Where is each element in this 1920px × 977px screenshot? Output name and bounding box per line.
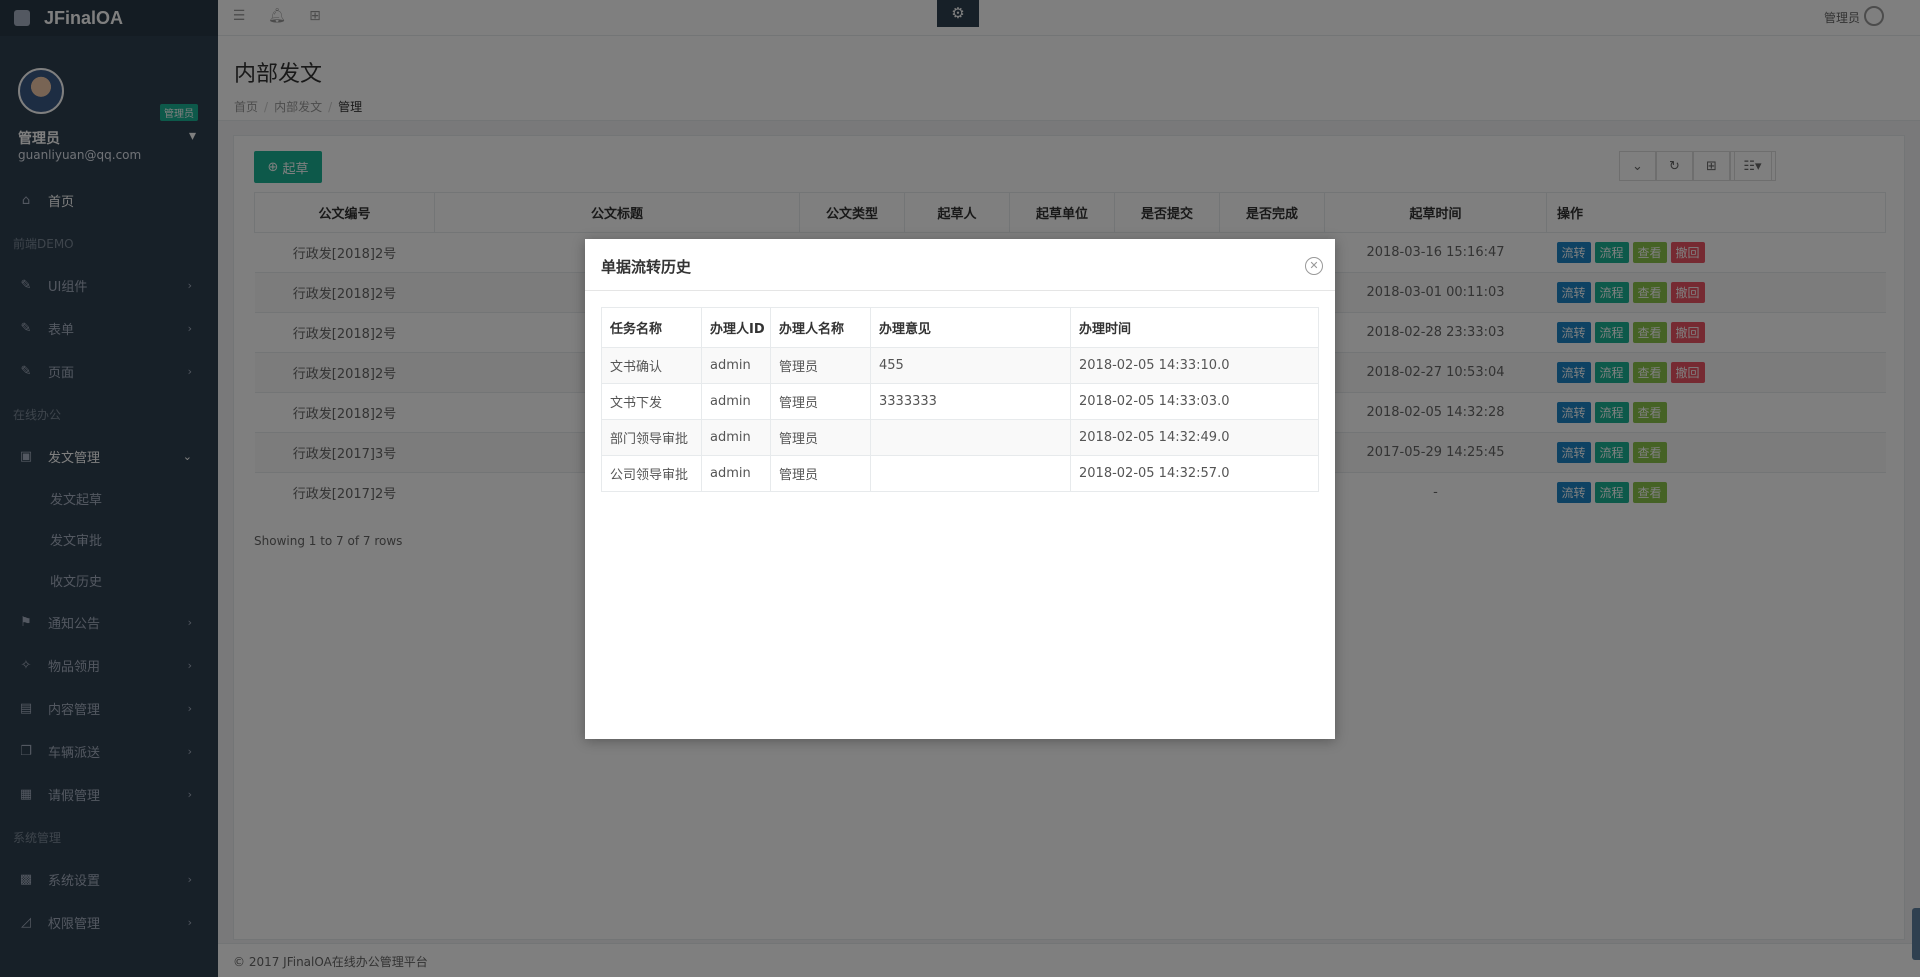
history-time: 2018-02-05 14:33:10.0 bbox=[1070, 347, 1319, 384]
history-opinion bbox=[870, 419, 1071, 456]
history-header-row: 任务名称 办理人ID 办理人名称 办理意见 办理时间 bbox=[601, 307, 1319, 348]
history-handler-name: 管理员 bbox=[770, 419, 871, 456]
history-task-name: 文书下发 bbox=[601, 383, 702, 420]
flow-history-modal: 单据流转历史 ✕ 任务名称 办理人ID 办理人名称 办理意见 办理时间 文书确认… bbox=[585, 239, 1335, 739]
history-table: 任务名称 办理人ID 办理人名称 办理意见 办理时间 文书确认 admin 管理员 4… bbox=[601, 307, 1319, 492]
history-time: 2018-02-05 14:32:57.0 bbox=[1070, 455, 1319, 492]
history-row: 文书下发 admin 管理员 3333333 2018-02-05 14:33:03.0 bbox=[601, 383, 1319, 420]
history-row: 公司领导审批 admin 管理员 2018-02-05 14:32:57.0 bbox=[601, 455, 1319, 492]
history-task-name: 文书确认 bbox=[601, 347, 702, 384]
scroll-widget[interactable] bbox=[1912, 908, 1920, 960]
history-opinion: 3333333 bbox=[870, 383, 1071, 420]
close-icon[interactable]: ✕ bbox=[1305, 257, 1323, 275]
history-handler-name: 管理员 bbox=[770, 455, 871, 492]
modal-header: 单据流转历史 ✕ bbox=[585, 239, 1335, 291]
history-opinion bbox=[870, 455, 1071, 492]
history-col-header: 办理时间 bbox=[1070, 307, 1319, 348]
history-task-name: 部门领导审批 bbox=[601, 419, 702, 456]
history-handler-id: admin bbox=[701, 455, 771, 492]
history-handler-name: 管理员 bbox=[770, 383, 871, 420]
history-col-header: 办理意见 bbox=[870, 307, 1071, 348]
history-col-header: 办理人ID bbox=[701, 307, 771, 348]
history-handler-id: admin bbox=[701, 383, 771, 420]
history-task-name: 公司领导审批 bbox=[601, 455, 702, 492]
history-col-header: 任务名称 bbox=[601, 307, 702, 348]
modal-title: 单据流转历史 bbox=[601, 258, 692, 276]
history-time: 2018-02-05 14:32:49.0 bbox=[1070, 419, 1319, 456]
history-handler-id: admin bbox=[701, 419, 771, 456]
history-handler-name: 管理员 bbox=[770, 347, 871, 384]
history-opinion: 455 bbox=[870, 347, 1071, 384]
history-col-header: 办理人名称 bbox=[770, 307, 871, 348]
history-row: 部门领导审批 admin 管理员 2018-02-05 14:32:49.0 bbox=[601, 419, 1319, 456]
history-row: 文书确认 admin 管理员 455 2018-02-05 14:33:10.0 bbox=[601, 347, 1319, 384]
history-handler-id: admin bbox=[701, 347, 771, 384]
history-time: 2018-02-05 14:33:03.0 bbox=[1070, 383, 1319, 420]
